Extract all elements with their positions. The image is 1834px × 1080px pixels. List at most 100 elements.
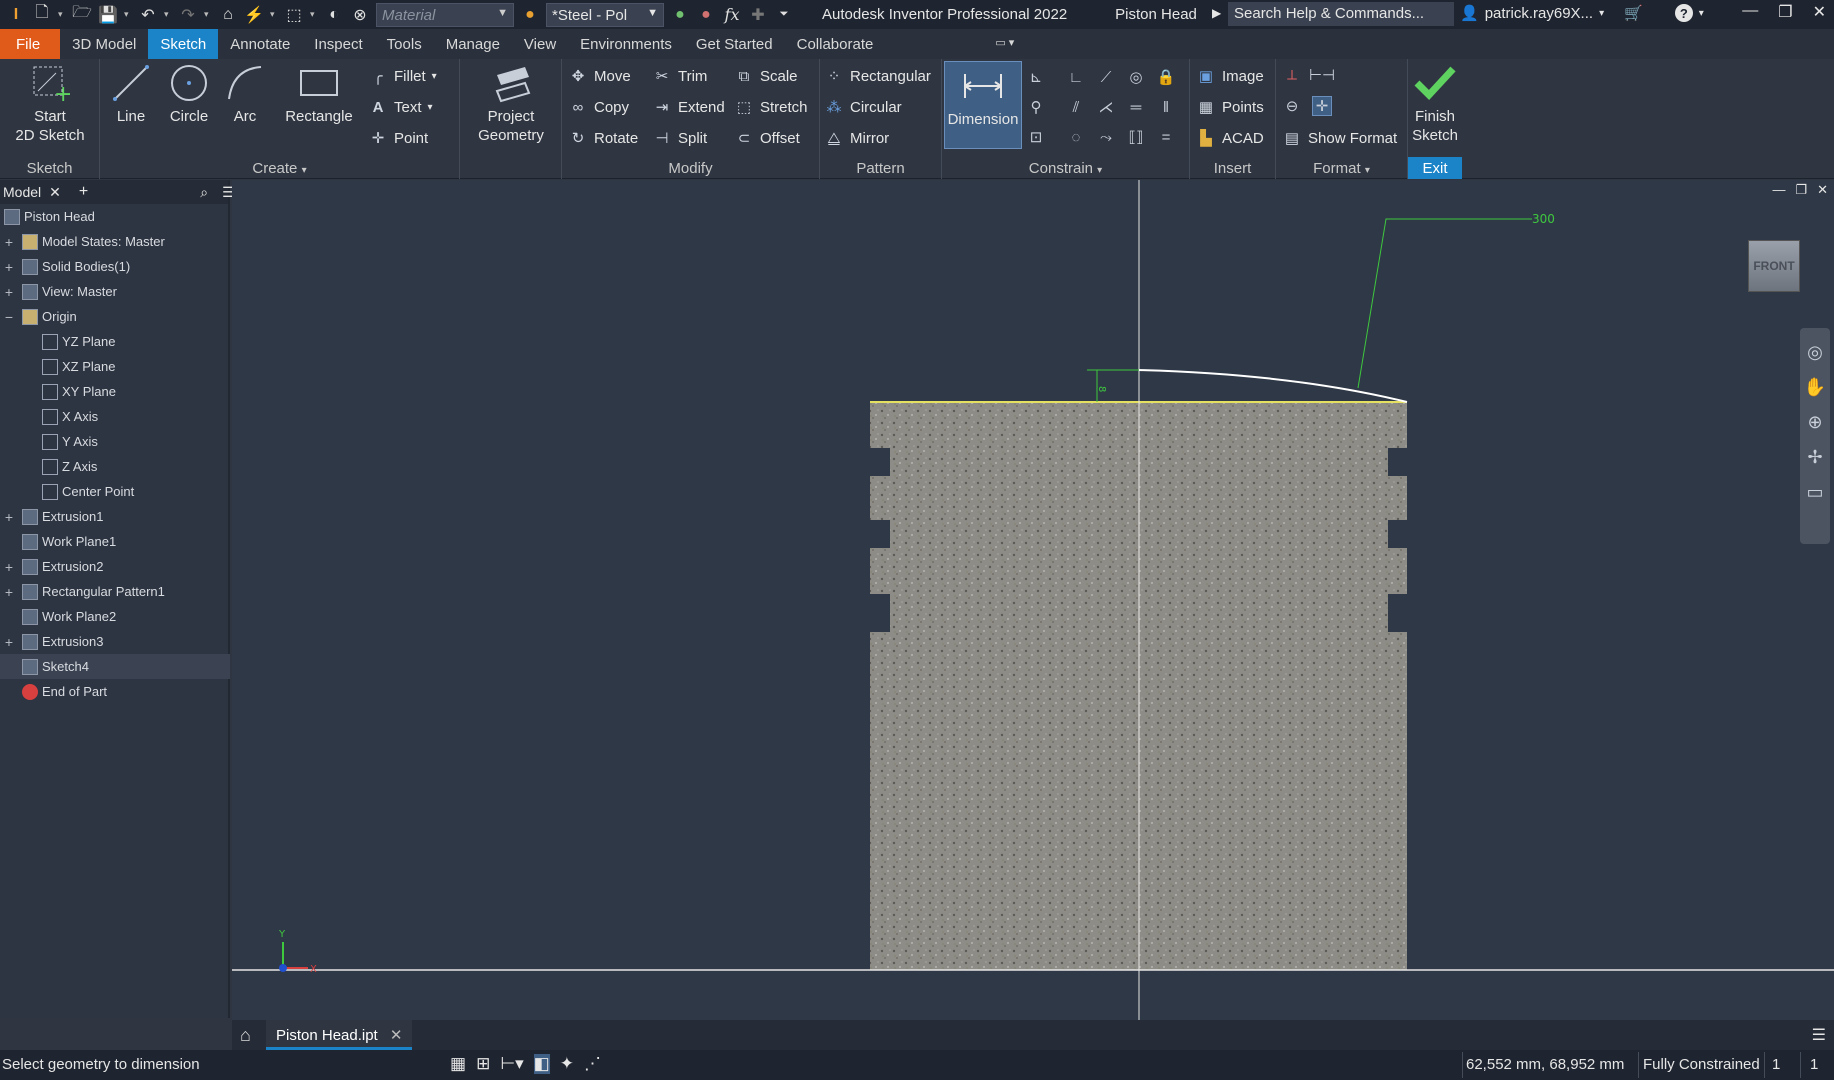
tab-view[interactable]: View [512,29,568,59]
minimize-icon[interactable]: — [1772,182,1785,198]
search-input[interactable]: Search Help & Commands... [1228,2,1454,26]
tree-item[interactable]: YZ Plane [0,329,230,354]
constraint-settings-icon[interactable]: ⊡ [1026,127,1046,147]
symmetric-icon[interactable]: ⟦⟧ [1126,127,1146,147]
search-icon[interactable]: ⌕ [200,184,208,201]
redo-icon[interactable]: ↷ [178,5,198,25]
start-2d-sketch-button[interactable]: + Start 2D Sketch [10,63,90,145]
customize-icon[interactable]: ⏷ [774,5,794,25]
cart-icon[interactable]: 🛒 [1624,4,1643,22]
tree-item[interactable]: + Solid Bodies(1) [0,254,230,279]
tangent-icon[interactable]: ◌ [1066,127,1086,147]
mirror-button[interactable]: ⧋ Mirror [824,127,889,149]
constraint-inference-icon[interactable]: ⋰ [584,1054,601,1074]
centerline-icon[interactable]: ⊖ [1282,96,1302,116]
user-account[interactable]: 👤 patrick.ray69X... ▾ 🛒 ? ▾ [1460,4,1704,22]
vertical-icon[interactable]: ‖ [1156,97,1176,117]
tree-item[interactable]: + Extrusion2 [0,554,230,579]
fillet-button[interactable]: ╭ Fillet ▾ [368,65,436,87]
color-wheel-icon[interactable]: ● [520,5,540,25]
fx-parameters-icon[interactable]: fx [722,5,742,25]
tree-item[interactable]: XZ Plane [0,354,230,379]
trim-button[interactable]: ✂ Trim [652,65,708,87]
home-icon[interactable]: ⌂ [240,1025,251,1046]
orbit-icon[interactable]: ✢ [1807,447,1822,468]
expand-icon[interactable]: + [3,584,15,600]
smooth-icon[interactable]: ⤳ [1096,127,1116,147]
tree-item[interactable]: Z Axis [0,454,230,479]
restore-icon[interactable]: ❐ [1778,2,1792,22]
construction-icon[interactable]: ⟂ [1282,65,1302,85]
close-icon[interactable]: ✕ [49,184,61,201]
rectangle-button[interactable]: Rectangle [280,63,358,126]
rotate-button[interactable]: ↻ Rotate [568,127,639,149]
show-format-button[interactable]: ▤ Show Format [1282,127,1397,149]
sketch-arc[interactable] [1138,369,1408,403]
tree-item[interactable]: X Axis [0,404,230,429]
perpendicular-icon[interactable]: ∟ [1066,67,1086,87]
select-icon[interactable]: ⬚ [284,5,304,25]
inventor-logo-icon[interactable]: I [6,5,26,25]
tab-annotate[interactable]: Annotate [218,29,302,59]
dimension-button[interactable]: Dimension [944,61,1022,149]
tree-item[interactable]: + Extrusion3 [0,629,230,654]
clear-appearance-icon[interactable]: ⊗ [350,5,370,25]
ribbon-toggle-icon[interactable]: ▭ ▾ [885,29,1026,59]
circle-button[interactable]: Circle [162,63,216,126]
dimension-display-icon[interactable]: ⊢▾ [500,1054,523,1074]
tab-3d-model[interactable]: 3D Model [60,29,148,59]
auto-dimension-icon[interactable]: ⊾ [1026,67,1046,87]
image-button[interactable]: ▣ Image [1196,65,1264,87]
expand-icon[interactable]: + [3,559,15,575]
adjust-appearance-icon[interactable]: ● [670,5,690,25]
points-button[interactable]: ▦ Points [1196,96,1264,118]
sketch-display-icon[interactable]: ◧ [533,1054,550,1074]
create-panel-label[interactable]: Create ▾ [100,157,459,179]
tree-item[interactable]: + Rectangular Pattern1 [0,579,230,604]
tree-item[interactable]: Y Axis [0,429,230,454]
radius-dimension-text[interactable]: 300 [1532,212,1555,226]
arc-button[interactable]: Arc [222,63,268,126]
graphics-canvas[interactable]: 8 300 Y X — ❐ ✕ FRONT ◎ ✋ ⊕ ✢ ▭ [232,180,1834,1020]
tree-item[interactable]: Center Point [0,479,230,504]
rectangular-pattern-button[interactable]: ⁘ Rectangular [824,65,931,87]
inference-icon[interactable]: ✦ [560,1054,574,1074]
show-constraints-icon[interactable]: ⚲ [1026,97,1046,117]
driven-dimension-icon[interactable]: ⊢⊣ [1309,65,1335,85]
tab-sketch[interactable]: Sketch [148,29,219,59]
tab-manage[interactable]: Manage [434,29,512,59]
concentric-icon[interactable]: ◎ [1126,67,1146,87]
document-tab[interactable]: Piston Head.ipt ✕ [266,1020,413,1050]
tab-file[interactable]: File [0,29,61,59]
move-button[interactable]: ✥ Move [568,65,631,87]
expand-icon[interactable]: + [3,234,15,250]
caret-icon[interactable]: ▾ [58,9,66,20]
plus-icon[interactable]: ✚ [748,5,768,25]
small-dimension-text[interactable]: 8 [1096,386,1107,392]
tab-environments[interactable]: Environments [568,29,684,59]
close-icon[interactable]: ✕ [390,1027,403,1044]
line-button[interactable]: Line [106,63,156,126]
tree-item[interactable]: + Extrusion1 [0,504,230,529]
tree-item[interactable]: + Model States: Master [0,229,230,254]
caret-icon[interactable]: ▾ [270,9,278,20]
tab-collaborate[interactable]: Collaborate [785,29,886,59]
look-at-icon[interactable]: ▭ [1806,482,1823,503]
chevron-down-icon[interactable]: ▾ [1699,8,1704,19]
expand-icon[interactable]: + [3,259,15,275]
update-icon[interactable]: ⚡ [244,5,264,25]
pan-hand-icon[interactable]: ✋ [1804,377,1826,398]
tab-get-started[interactable]: Get Started [684,29,785,59]
browser-tab-model[interactable]: Model [3,184,41,200]
close-icon[interactable]: ✕ [1813,2,1826,22]
text-button[interactable]: A Text ▾ [368,96,433,118]
grid-icon[interactable]: ▦ [450,1054,466,1074]
zoom-icon[interactable]: ⊕ [1807,412,1822,433]
save-icon[interactable]: 💾 [98,5,118,25]
equal-icon[interactable]: = [1156,127,1176,147]
acad-button[interactable]: ▙ ACAD [1196,127,1263,149]
undo-icon[interactable]: ↶ [138,5,158,25]
new-file-icon[interactable]: 🗋 [32,4,52,25]
appearance-dropdown[interactable]: *Steel - Pol ▼ [546,2,664,27]
horizontal-icon[interactable]: ═ [1126,97,1146,117]
